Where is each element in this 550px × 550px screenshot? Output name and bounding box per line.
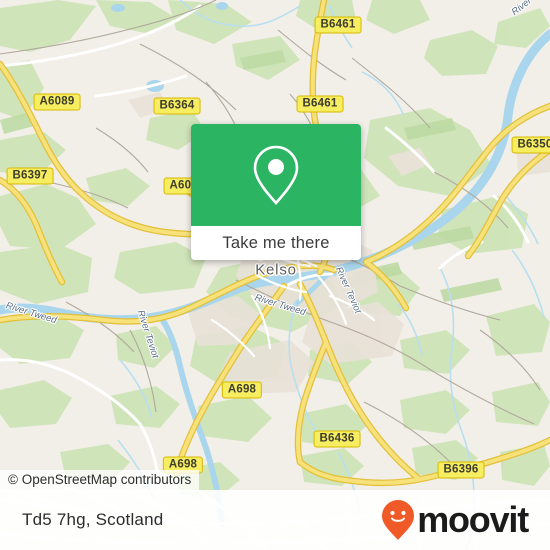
take-me-there-button[interactable]: Take me there [191, 226, 361, 260]
road-shield: A6089 [33, 93, 81, 111]
map-canvas[interactable]: A6089 B6364 B6461 B6461 B6397 A6089 B6350 A698 A… [0, 0, 550, 550]
location-title: Td5 7hg, Scotland [22, 510, 164, 529]
moovit-logo[interactable]: moovit [381, 499, 529, 541]
take-me-there-label: Take me there [222, 233, 330, 252]
road-shield: B6436 [313, 430, 361, 448]
moovit-wordmark: moovit [417, 499, 529, 540]
road-shield: B6350 [511, 136, 550, 154]
take-me-there-card[interactable]: Take me there [191, 124, 361, 260]
road-shield: B6461 [314, 16, 362, 34]
osm-attribution[interactable]: © OpenStreetMap contributors [0, 470, 200, 491]
moovit-map-screen: A6089 B6364 B6461 B6461 B6397 A6089 B6350 A698 A… [0, 0, 550, 550]
road-shield: B6397 [6, 167, 54, 185]
footer-bar: Td5 7hg, Scotland moovit [0, 490, 550, 550]
place-label: Kelso [255, 261, 297, 279]
road-shield: B6461 [296, 95, 344, 113]
road-shield: A698 [221, 381, 263, 399]
road-shield: B6396 [437, 461, 485, 479]
map-pin-icon [253, 145, 299, 205]
card-pin-area [191, 124, 361, 226]
road-shield: B6364 [153, 97, 201, 115]
moovit-pin-icon [382, 500, 415, 540]
